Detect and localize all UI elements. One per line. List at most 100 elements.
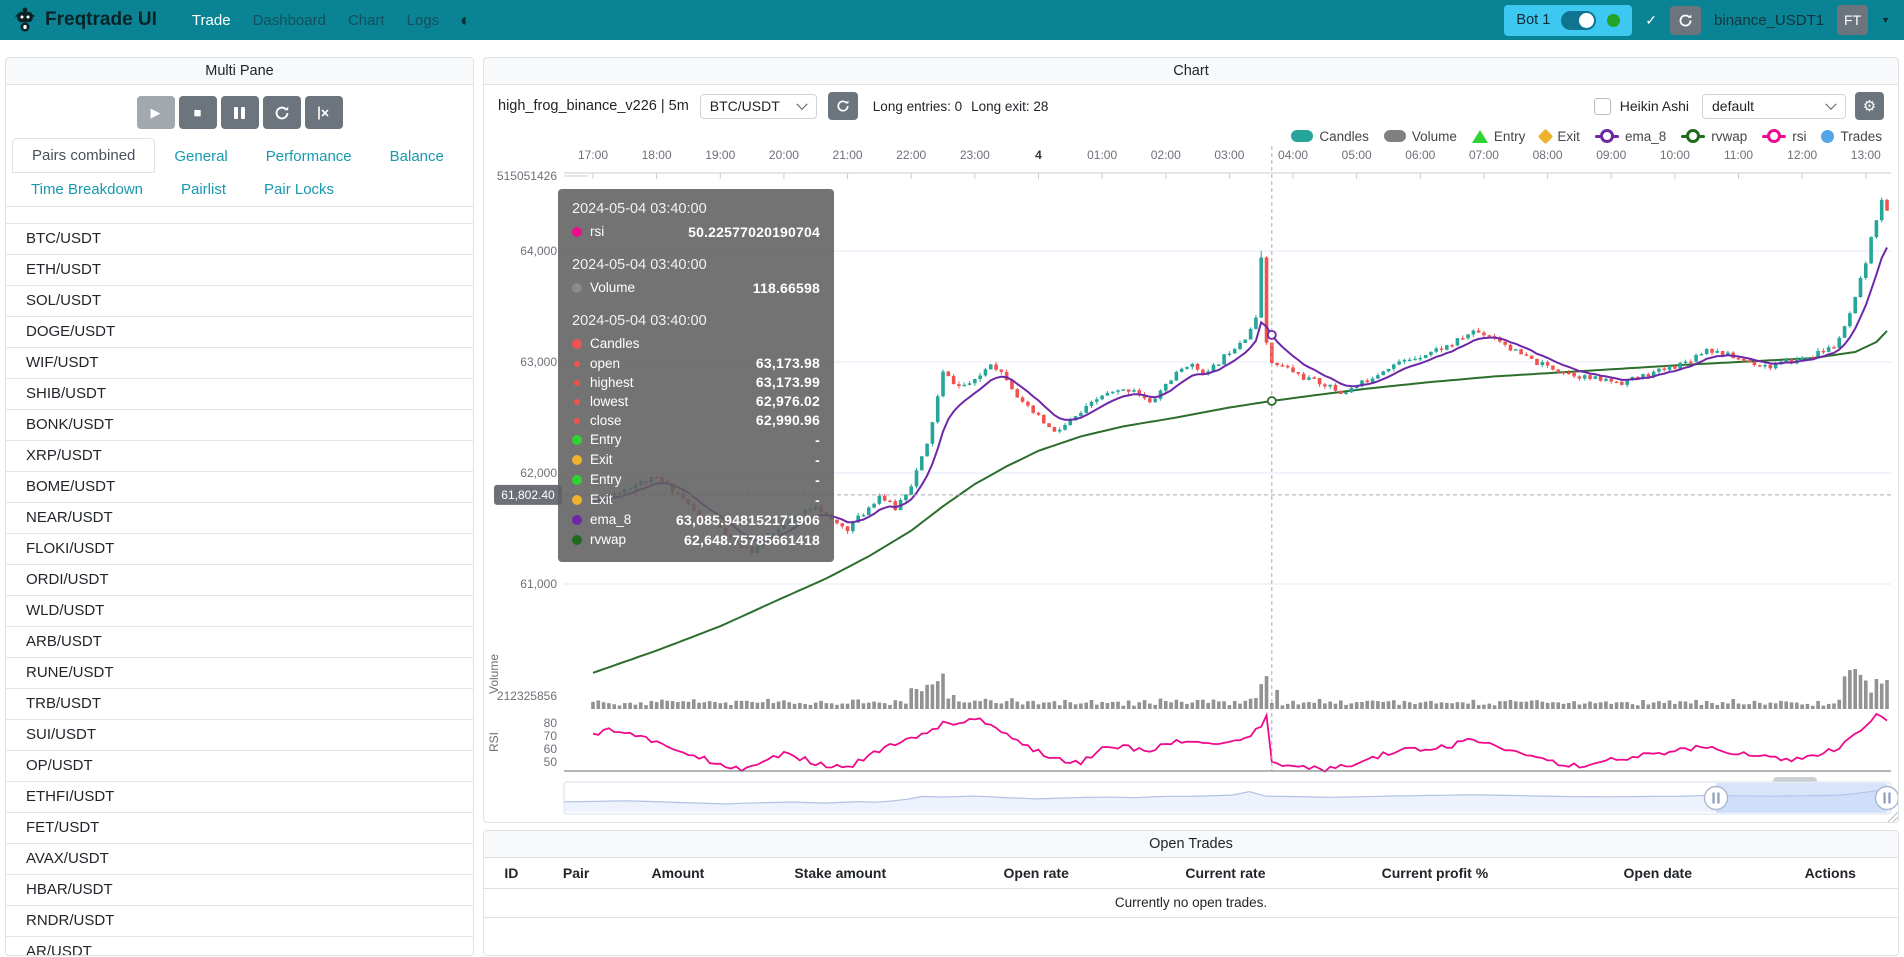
pair-list-item[interactable]: ARB/USDT <box>6 626 473 657</box>
freqtrade-robot-icon <box>14 7 36 33</box>
svg-text:12:00: 12:00 <box>1787 148 1817 162</box>
brand[interactable]: Freqtrade UI <box>14 7 157 33</box>
navbar: Freqtrade UI TradeDashboardChartLogs ◐ B… <box>0 0 1904 40</box>
pair-list-item[interactable]: WLD/USDT <box>6 595 473 626</box>
stop-bot-button[interactable]: ■ <box>179 96 217 129</box>
datazoom-handle[interactable] <box>1876 787 1899 810</box>
col-current-profit-: Current profit % <box>1317 858 1553 889</box>
svg-text:03:00: 03:00 <box>1214 148 1244 162</box>
pair-list-item[interactable]: ORDI/USDT <box>6 564 473 595</box>
tooltip-row-rsi: rsi50.22577020190704 <box>572 222 820 242</box>
pair-list-item[interactable]: BOME/USDT <box>6 471 473 502</box>
avatar[interactable]: FT <box>1837 5 1868 35</box>
tab-general[interactable]: General <box>155 140 246 173</box>
tab-pairlist[interactable]: Pairlist <box>162 173 245 206</box>
pair-list-item[interactable]: NEAR/USDT <box>6 502 473 533</box>
pair-select[interactable]: BTC/USDT <box>700 94 817 119</box>
col-amount: Amount <box>614 858 743 889</box>
tooltip-row-candles: Candles <box>572 334 820 354</box>
open-trades-header[interactable]: Open Trades <box>484 831 1898 858</box>
user-menu-caret-icon[interactable]: ▼ <box>1881 15 1890 25</box>
pair-list-item[interactable]: ETH/USDT <box>6 254 473 285</box>
nav-item-dashboard[interactable]: Dashboard <box>242 12 337 29</box>
svg-text:60: 60 <box>544 742 558 756</box>
start-bot-button[interactable]: ▶ <box>137 96 175 129</box>
chart-refresh-button[interactable] <box>828 92 858 120</box>
pair-list-item[interactable]: AVAX/USDT <box>6 843 473 874</box>
svg-text:06:00: 06:00 <box>1405 148 1435 162</box>
ema_8-swatch-icon <box>1595 135 1619 138</box>
svg-text:4: 4 <box>1035 148 1042 162</box>
refresh-icon <box>836 99 850 113</box>
pair-list-item[interactable]: TRB/USDT <box>6 688 473 719</box>
tooltip-row-exit: Exit- <box>572 490 820 510</box>
pair-list-item[interactable]: WIF/USDT <box>6 347 473 378</box>
pair-list-item[interactable]: FLOKI/USDT <box>6 533 473 564</box>
pair-list-item[interactable]: AR/USDT <box>6 936 473 956</box>
pause-bot-button[interactable] <box>221 96 259 129</box>
open-trades-panel: Open Trades IDPairAmountStake amountOpen… <box>483 830 1899 956</box>
pair-list-item[interactable]: RNDR/USDT <box>6 905 473 936</box>
svg-text:21:00: 21:00 <box>833 148 863 162</box>
svg-text:07:00: 07:00 <box>1469 148 1499 162</box>
svg-text:23:00: 23:00 <box>960 148 990 162</box>
reload-icon <box>274 105 290 121</box>
svg-text:70: 70 <box>544 729 558 743</box>
pair-list-item[interactable]: SOL/USDT <box>6 285 473 316</box>
chart-panel: Chart high_frog_binance_v226 | 5m BTC/US… <box>483 57 1899 823</box>
bot-controls: ▶ ■ <box>6 85 473 138</box>
account-name: binance_USDT1 <box>1714 12 1824 29</box>
col-id: ID <box>484 858 539 889</box>
tab-performance[interactable]: Performance <box>247 140 371 173</box>
plot-settings-button[interactable]: ⚙ <box>1855 92 1884 120</box>
chart-toolbar: high_frog_binance_v226 | 5m BTC/USDT Lon… <box>484 85 1898 122</box>
bot-toggle[interactable] <box>1561 11 1596 30</box>
svg-text:19:00: 19:00 <box>705 148 735 162</box>
pair-list-item[interactable]: RUNE/USDT <box>6 657 473 688</box>
tab-time-breakdown[interactable]: Time Breakdown <box>12 173 162 206</box>
pair-list-item[interactable]: FET/USDT <box>6 812 473 843</box>
app-root: Freqtrade UI TradeDashboardChartLogs ◐ B… <box>0 0 1904 957</box>
nav-item-chart[interactable]: Chart <box>337 12 396 29</box>
nav-links: TradeDashboardChartLogs <box>181 12 450 29</box>
pair-list-item[interactable]: HBAR/USDT <box>6 874 473 905</box>
svg-text:80: 80 <box>544 716 558 730</box>
col-current-rate: Current rate <box>1134 858 1317 889</box>
multi-pane-header[interactable]: Multi Pane <box>6 58 473 85</box>
nav-item-trade[interactable]: Trade <box>181 12 242 29</box>
tooltip-timestamp: 2024-05-04 03:40:00 <box>572 201 820 217</box>
heikin-ashi-checkbox[interactable] <box>1594 98 1611 115</box>
tab-pairs-combined[interactable]: Pairs combined <box>12 138 155 173</box>
chart-tooltip: 2024-05-04 03:40:00rsi50.225770201907042… <box>558 189 834 562</box>
plot-config-select[interactable]: default <box>1702 94 1846 119</box>
svg-text:09:00: 09:00 <box>1596 148 1626 162</box>
datazoom-handle[interactable] <box>1705 787 1728 810</box>
tab-pair-locks[interactable]: Pair Locks <box>245 173 353 206</box>
multi-pane-panel: Multi Pane ▶ ■ Pairs combinedGeneralPerf… <box>5 57 474 956</box>
pair-list-item[interactable]: BTC/USDT <box>6 223 473 254</box>
reload-config-button[interactable] <box>263 96 301 129</box>
global-refresh-button[interactable] <box>1670 6 1701 35</box>
bot-selector[interactable]: Bot 1 <box>1504 5 1632 36</box>
tab-balance[interactable]: Balance <box>371 140 463 173</box>
svg-text:17:00: 17:00 <box>578 148 608 162</box>
pair-list-item[interactable]: OP/USDT <box>6 750 473 781</box>
pair-list-item[interactable]: ETHFI/USDT <box>6 781 473 812</box>
long-entries-label: Long entries: 0 <box>873 99 962 114</box>
chart-panel-header[interactable]: Chart <box>484 58 1898 85</box>
open-trades-table: IDPairAmountStake amountOpen rateCurrent… <box>484 858 1898 918</box>
pair-list-item[interactable]: SUI/USDT <box>6 719 473 750</box>
forced-exit-button[interactable] <box>305 96 343 129</box>
svg-text:04:00: 04:00 <box>1278 148 1308 162</box>
bot-name: Bot 1 <box>1516 12 1550 28</box>
pair-list-item[interactable]: SHIB/USDT <box>6 378 473 409</box>
theme-toggle-icon[interactable]: ◐ <box>460 10 471 31</box>
forced-exit-icon <box>316 105 332 121</box>
tooltip-row-rvwap: rvwap62,648.75785661418 <box>572 530 820 550</box>
nav-item-logs[interactable]: Logs <box>396 12 451 29</box>
pair-list-item[interactable]: DOGE/USDT <box>6 316 473 347</box>
pair-list-item[interactable]: BONK/USDT <box>6 409 473 440</box>
svg-text:50: 50 <box>544 755 558 769</box>
pair-list-item[interactable]: XRP/USDT <box>6 440 473 471</box>
datazoom-slider[interactable] <box>564 777 1899 814</box>
